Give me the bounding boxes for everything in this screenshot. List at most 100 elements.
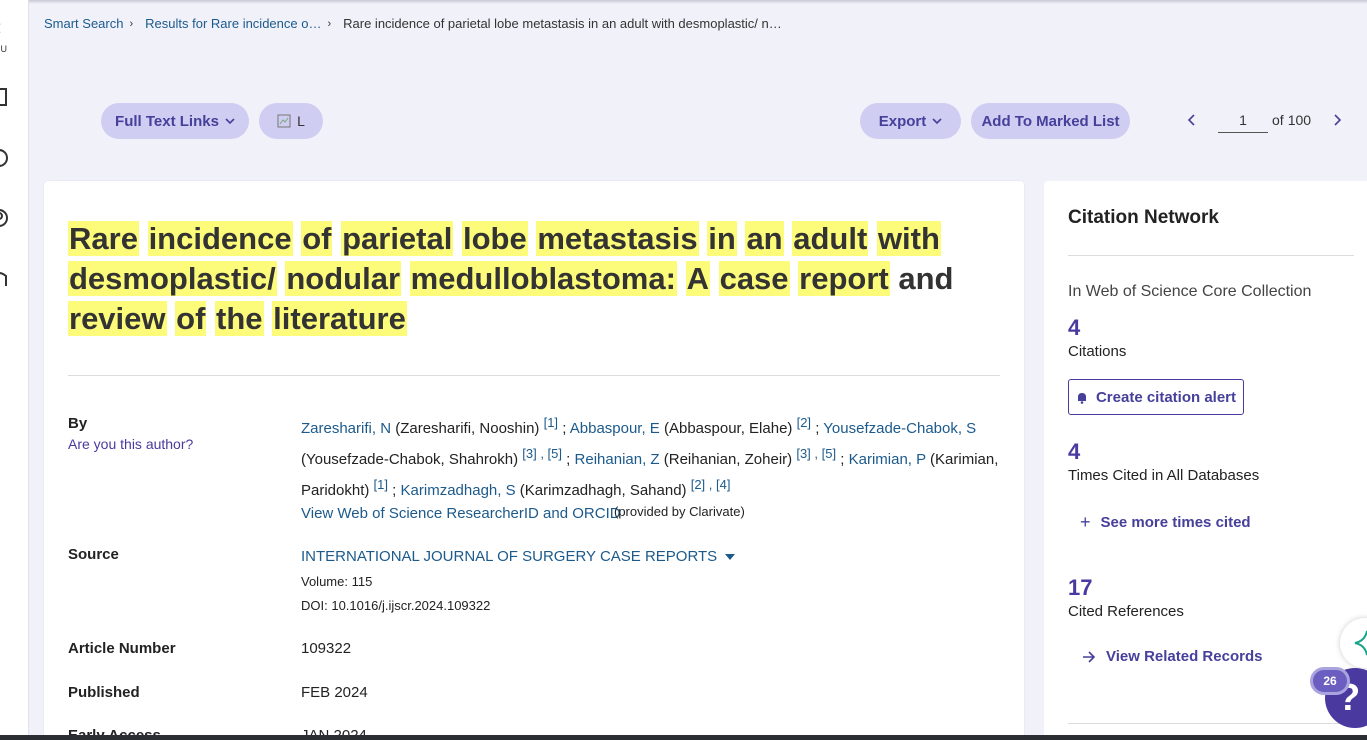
cited-references-label: Cited References xyxy=(1068,603,1184,620)
title-word: medulloblastoma: xyxy=(409,261,677,296)
chevron-right-icon: › xyxy=(129,17,134,30)
bell-icon xyxy=(1077,392,1086,404)
full-text-links-button[interactable]: Full Text Links xyxy=(101,103,249,139)
affiliation-ref[interactable]: [3] , [5] xyxy=(522,446,562,461)
breadcrumb-smart-search[interactable]: Smart Search xyxy=(44,16,123,31)
source-journal-link[interactable]: INTERNATIONAL JOURNAL OF SURGERY CASE RE… xyxy=(301,548,717,565)
collapse-menu-icon[interactable]: ‹ xyxy=(0,14,1,40)
create-citation-alert-button[interactable]: Create citation alert xyxy=(1068,379,1244,415)
author-full-name: (Yousefzade-Chabok, Shahrokh) xyxy=(301,451,519,468)
alerts-icon[interactable] xyxy=(0,268,10,288)
volume-text: Volume: 115 xyxy=(301,574,373,589)
affiliation-ref[interactable]: [2] , [4] xyxy=(691,477,731,492)
citation-network-panel: Citation Network In Web of Science Core … xyxy=(1044,181,1367,740)
pager-of: of xyxy=(1272,112,1284,128)
citations-label: Citations xyxy=(1068,343,1127,360)
affiliation-ref[interactable]: [1] xyxy=(544,415,558,430)
pager-total: 100 xyxy=(1287,112,1312,128)
create-citation-alert-label: Create citation alert xyxy=(1095,388,1237,406)
next-record-icon[interactable] xyxy=(1325,106,1349,134)
researcher-id-link[interactable]: View Web of Science ResearcherID and ORC… xyxy=(301,505,621,522)
affiliation-ref[interactable]: [3] , [5] xyxy=(796,446,836,461)
view-related-records-link[interactable]: View Related Records xyxy=(1082,648,1262,665)
title-word: desmoplastic/ xyxy=(68,261,277,296)
chevron-down-icon xyxy=(932,118,942,125)
article-number-value: 109322 xyxy=(301,640,352,657)
title-word: Rare xyxy=(68,221,139,256)
title-word: in xyxy=(707,221,737,256)
published-value: FEB 2024 xyxy=(301,684,368,701)
title-word: literature xyxy=(272,301,407,336)
breadcrumb-current: Rare incidence of parietal lobe metastas… xyxy=(343,16,782,31)
source-journal[interactable]: INTERNATIONAL JOURNAL OF SURGERY CASE RE… xyxy=(301,548,736,565)
bottom-bar xyxy=(0,735,1367,740)
panel-divider xyxy=(1068,255,1354,256)
title-word: review xyxy=(68,301,167,336)
author-link[interactable]: Karimzadhagh, S xyxy=(401,482,516,499)
citation-network-title: Citation Network xyxy=(1068,207,1219,228)
caret-down-icon xyxy=(725,553,736,560)
add-to-marked-list-label: Add To Marked List xyxy=(981,112,1120,130)
arrow-right-icon xyxy=(1083,650,1096,663)
author-full-name: (Karimzadhagh, Sahand) xyxy=(519,482,687,499)
affiliation-ref[interactable]: [2] xyxy=(797,415,811,430)
author-link[interactable]: Karimian, P xyxy=(849,451,926,468)
affiliation-ref[interactable]: [1] xyxy=(374,477,388,492)
title-word: the xyxy=(215,301,264,336)
add-to-marked-list-button[interactable]: Add To Marked List xyxy=(971,103,1130,139)
breadcrumb-results[interactable]: Results for Rare incidence o… xyxy=(145,16,321,31)
title-word: nodular xyxy=(285,261,402,296)
author-link[interactable]: Abbaspour, E xyxy=(570,420,660,437)
times-cited-count[interactable]: 4 xyxy=(1068,439,1080,465)
broken-image-icon xyxy=(277,114,291,128)
times-cited-label: Times Cited in All Databases xyxy=(1068,467,1260,484)
title-word: report xyxy=(798,261,890,296)
breadcrumb: Smart Search › Results for Rare incidenc… xyxy=(44,16,782,31)
record-number-input[interactable] xyxy=(1218,107,1268,133)
core-collection-label: In Web of Science Core Collection xyxy=(1068,283,1312,300)
record-card: Rare incidence of parietal lobe metastas… xyxy=(44,181,1024,740)
title-word: an xyxy=(745,221,784,256)
title-word: with xyxy=(876,221,941,256)
author-list: Zaresharifi, N (Zaresharifi, Nooshin) [1… xyxy=(301,415,999,499)
source-label: Source xyxy=(68,546,119,563)
title-word: and xyxy=(898,261,954,296)
published-label: Published xyxy=(68,684,140,701)
previous-record-icon[interactable] xyxy=(1180,106,1204,134)
history-icon[interactable] xyxy=(0,148,10,168)
menu-label: NU xyxy=(0,44,7,54)
title-word: lobe xyxy=(461,221,528,256)
view-related-label: View Related Records xyxy=(1106,648,1263,665)
see-more-times-cited-link[interactable]: + See more times cited xyxy=(1080,512,1251,533)
are-you-author-link[interactable]: Are you this author? xyxy=(68,436,193,452)
by-label: By xyxy=(68,415,88,432)
author-full-name: (Abbaspour, Elahe) xyxy=(664,420,793,437)
chevron-down-icon xyxy=(225,118,235,125)
author-full-name: (Reihanian, Zoheir) xyxy=(663,451,793,468)
title-word: metastasis xyxy=(536,221,699,256)
title-word: of xyxy=(175,301,207,336)
author-link[interactable]: Reihanian, Z xyxy=(575,451,660,468)
records-icon[interactable] xyxy=(0,87,10,107)
export-label: Export xyxy=(878,112,927,130)
author-link[interactable]: Yousefzade-Chabok, S xyxy=(823,420,976,437)
article-number-label: Article Number xyxy=(68,640,176,657)
profile-icon[interactable] xyxy=(0,208,10,228)
record-title: Rare incidence of parietal lobe metastas… xyxy=(68,219,988,339)
library-image-alt: L xyxy=(297,113,305,129)
export-button[interactable]: Export xyxy=(860,103,961,139)
library-link-button[interactable]: L xyxy=(259,103,323,139)
author-full-name: (Zaresharifi, Nooshin) xyxy=(395,420,540,437)
sparkle-icon xyxy=(1354,630,1367,656)
title-word: A xyxy=(685,261,710,296)
citations-count[interactable]: 4 xyxy=(1068,315,1080,341)
title-word: adult xyxy=(792,221,869,256)
chevron-right-icon: › xyxy=(327,17,332,30)
title-word: incidence xyxy=(147,221,293,256)
author-link[interactable]: Zaresharifi, N xyxy=(301,420,391,437)
cited-references-count[interactable]: 17 xyxy=(1068,575,1092,601)
provided-by-text: (provided by Clarivate) xyxy=(614,504,745,519)
title-word: case xyxy=(718,261,790,296)
full-text-links-label: Full Text Links xyxy=(115,112,219,130)
help-badge: 26 xyxy=(1310,667,1350,695)
